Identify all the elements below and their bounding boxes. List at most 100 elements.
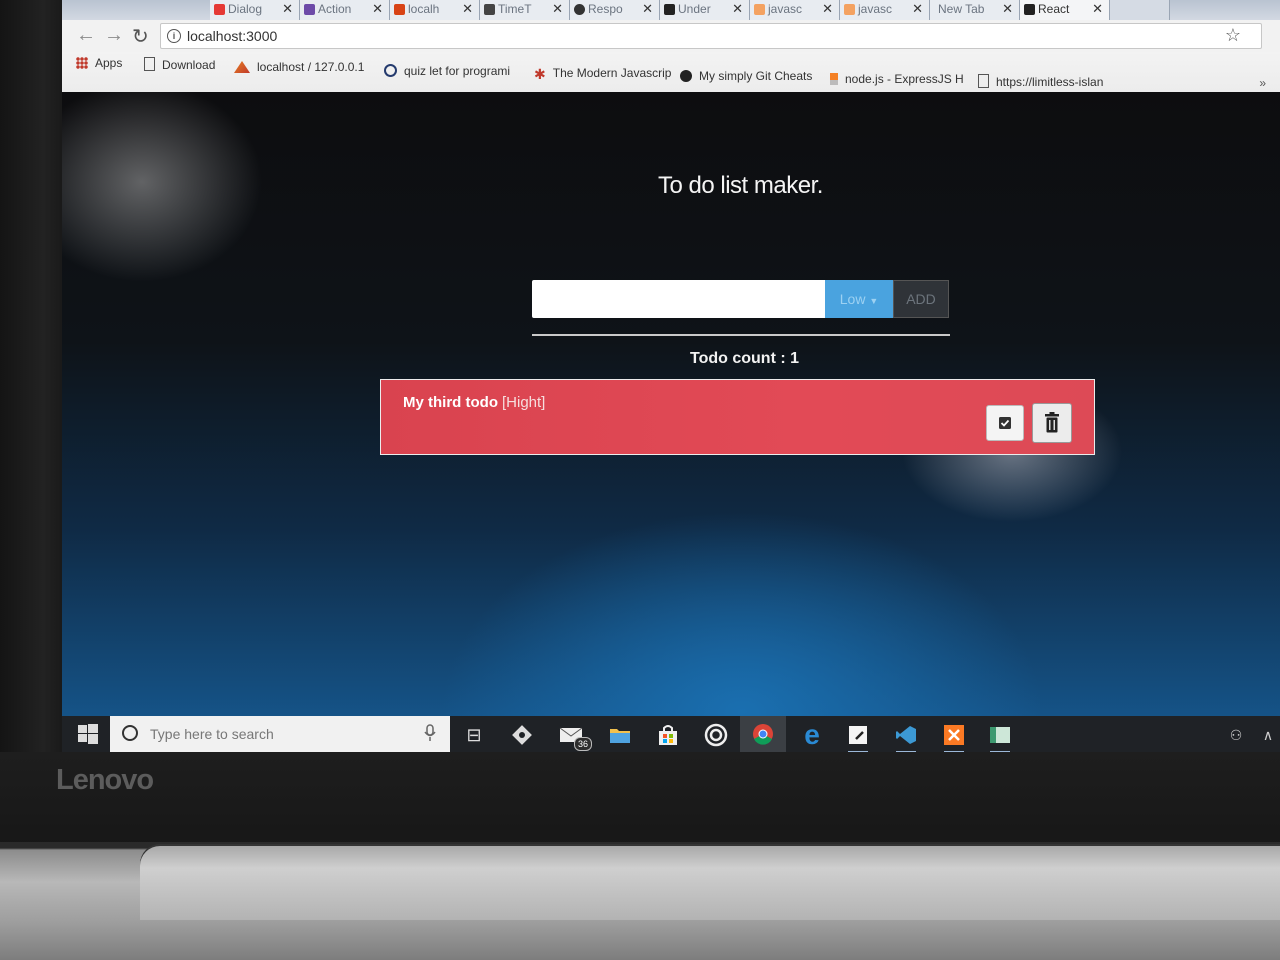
tab-strip: Dialog ✕ Action ✕ localh ✕ TimeT ✕ Respo…: [62, 0, 1280, 22]
bookmark-git-cheats[interactable]: My simply Git Cheats: [680, 69, 812, 83]
git-icon[interactable]: [508, 721, 536, 749]
close-icon[interactable]: ✕: [552, 0, 563, 18]
lenovo-logo: Lenovo: [56, 764, 154, 796]
quizlet-icon: [384, 64, 397, 77]
form-divider: [532, 334, 950, 336]
bookmark-modern-js[interactable]: ✱ The Modern Javascrip: [534, 66, 671, 82]
tab-label: React: [1038, 2, 1070, 16]
start-button[interactable]: [74, 720, 102, 748]
tab-dialog[interactable]: Dialog ✕: [210, 0, 300, 22]
tab-respo[interactable]: Respo ✕: [570, 0, 660, 22]
laptop-bezel-left: [0, 0, 62, 860]
close-icon[interactable]: ✕: [1002, 0, 1013, 18]
close-icon[interactable]: ✕: [642, 0, 653, 18]
tab-label: Respo: [588, 2, 623, 16]
tab-under[interactable]: Under ✕: [660, 0, 750, 22]
todo-item: My third todo [Hight]: [380, 379, 1095, 455]
tab-react[interactable]: React ✕: [1020, 0, 1110, 22]
back-arrow-icon[interactable]: ←: [76, 24, 96, 47]
close-icon[interactable]: ✕: [1092, 0, 1103, 18]
mail-badge: 36: [574, 737, 592, 751]
tab-label: javasc: [858, 2, 893, 16]
close-icon[interactable]: ✕: [462, 0, 473, 18]
todo-priority: [Hight]: [501, 394, 546, 411]
tab-localhost[interactable]: localh ✕: [390, 0, 480, 22]
windows-taskbar: Type here to search ⊟ 36 e ⚇ ∧: [62, 716, 1280, 752]
todo-input[interactable]: [532, 280, 825, 318]
new-tab-button[interactable]: [1110, 0, 1170, 22]
tab-favicon-icon: [844, 4, 855, 15]
bookmark-quizlet[interactable]: quiz let for programi: [384, 64, 510, 78]
bookmark-nodejs[interactable]: node.js - ExpressJS H: [830, 72, 964, 86]
tab-label: Dialog: [228, 2, 263, 16]
address-url: localhost:3000: [187, 28, 278, 44]
bookmark-limitless[interactable]: https://limitless-islan: [978, 74, 1103, 89]
address-bar[interactable]: i localhost:3000 ☆: [160, 23, 1262, 49]
todo-count: Todo count : 1: [690, 350, 799, 368]
task-view-icon[interactable]: ⊟: [460, 721, 488, 749]
cortana-icon: [122, 725, 138, 741]
mail-icon[interactable]: 36: [558, 721, 592, 751]
windows-logo-icon: [78, 724, 98, 744]
github-icon: [680, 70, 692, 82]
apps-grid-icon: [76, 57, 88, 69]
close-icon[interactable]: ✕: [282, 0, 293, 18]
tab-favicon-icon: [214, 4, 225, 15]
tab-javasc-2[interactable]: javasc ✕: [840, 0, 930, 22]
phpmyadmin-icon: [234, 61, 250, 73]
tab-label: Action: [318, 2, 352, 16]
tab-favicon-icon: [1024, 4, 1035, 15]
xampp-icon[interactable]: [940, 721, 968, 752]
bookmark-download[interactable]: Download: [144, 57, 215, 72]
todo-count-value: 1: [790, 350, 800, 367]
checkbox-check-icon: [999, 417, 1011, 429]
tab-javasc-1[interactable]: javasc ✕: [750, 0, 840, 22]
close-icon[interactable]: ✕: [822, 0, 833, 18]
store-icon[interactable]: [654, 721, 682, 749]
vscode-icon[interactable]: [892, 721, 920, 752]
todo-count-label: Todo count :: [690, 350, 791, 367]
tab-favicon-icon: [574, 4, 585, 15]
bookmarks-overflow-icon[interactable]: »: [1259, 76, 1266, 90]
tab-timet[interactable]: TimeT ✕: [480, 0, 570, 22]
tab-label: Under: [678, 2, 711, 16]
tab-label: localh: [408, 2, 440, 16]
notepad-icon[interactable]: [844, 721, 872, 752]
tab-label: javasc: [768, 2, 803, 16]
star-icon[interactable]: ☆: [1225, 23, 1241, 47]
tab-new-tab[interactable]: New Tab ✕: [930, 0, 1020, 22]
priority-select[interactable]: Low ▼: [825, 280, 893, 318]
tab-action[interactable]: Action ✕: [300, 0, 390, 22]
bookmark-localhost[interactable]: localhost / 127.0.0.1: [234, 60, 364, 74]
file-explorer-icon[interactable]: [606, 721, 634, 749]
people-icon[interactable]: ⚇: [1222, 721, 1250, 749]
tab-favicon-icon: [394, 4, 405, 15]
close-icon[interactable]: ✕: [732, 0, 743, 18]
forward-arrow-icon[interactable]: →: [104, 24, 124, 47]
running-indicator: [990, 751, 1010, 752]
chrome-icon[interactable]: [740, 716, 786, 752]
page-content: To do list maker. Low ▼ ADD Todo count :…: [62, 92, 1280, 716]
close-icon[interactable]: ✕: [372, 0, 383, 18]
add-button[interactable]: ADD: [893, 280, 949, 318]
complete-button[interactable]: [986, 405, 1024, 441]
reload-icon[interactable]: ↻: [132, 24, 149, 49]
delete-button[interactable]: [1032, 403, 1072, 443]
edge-icon[interactable]: e: [798, 719, 826, 750]
tab-favicon-icon: [304, 4, 315, 15]
laptop-hinge: [140, 846, 1280, 920]
page-icon: [978, 74, 989, 88]
info-icon[interactable]: i: [167, 29, 181, 43]
bookmark-apps[interactable]: Apps: [76, 56, 122, 70]
target-app-icon[interactable]: [702, 721, 730, 749]
todo-title: My third todo: [403, 394, 498, 411]
close-icon[interactable]: ✕: [912, 0, 923, 18]
chevron-up-icon[interactable]: ∧: [1254, 721, 1280, 749]
taskbar-search[interactable]: Type here to search: [110, 716, 450, 752]
microphone-icon[interactable]: [424, 724, 436, 742]
chevron-down-icon: ▼: [869, 296, 879, 306]
todo-text: My third todo [Hight]: [403, 394, 545, 411]
tab-label: New Tab: [938, 2, 985, 16]
search-placeholder: Type here to search: [150, 726, 274, 742]
app-window-icon[interactable]: [986, 721, 1014, 752]
